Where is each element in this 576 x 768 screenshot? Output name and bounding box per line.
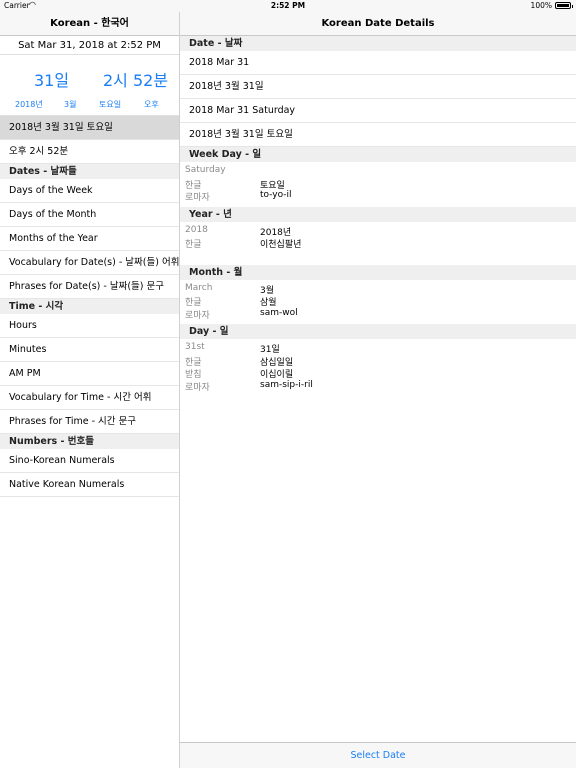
kv-key: March — [185, 282, 213, 293]
select-date-button[interactable]: Select Date — [180, 742, 576, 768]
big-date-row: 31일 2시 52분 — [0, 55, 179, 97]
kv-value: 삼월 — [260, 298, 277, 308]
kv-value: 이십이릴 — [260, 370, 294, 380]
section-year: Year - 년 — [180, 206, 576, 222]
kv-row: 로마자 to-yo-il — [180, 190, 576, 203]
kv-key: Saturday — [185, 165, 226, 175]
big-time[interactable]: 2시 52분 — [103, 67, 168, 91]
kv-key: 로마자 — [185, 310, 210, 321]
kv-row: 로마자 sam-wol — [180, 308, 576, 321]
section-month: Month - 월 — [180, 264, 576, 280]
list-item-time-vocabulary[interactable]: Vocabulary for Time - 시간 어휘 — [0, 386, 179, 410]
battery-percentage: 100% — [530, 1, 552, 10]
small-year[interactable]: 2018년 — [15, 99, 43, 110]
kv-value: sam-sip-i-ril — [260, 379, 313, 390]
list-item-time-phrases[interactable]: Phrases for Time - 시간 문구 — [0, 410, 179, 434]
date-format-short[interactable]: 2018 Mar 31 — [180, 51, 576, 75]
kv-value: sam-wol — [260, 307, 298, 318]
section-date: Date - 날짜 — [180, 36, 576, 51]
kv-value: 삼십일일 — [260, 357, 294, 368]
section-day: Day - 일 — [180, 324, 576, 339]
status-bar: Carrier ◠ 2:52 PM 100% — [0, 0, 576, 12]
small-date-row: 2018년 3월 토요일 오후 — [0, 97, 179, 116]
current-date-line: Sat Mar 31, 2018 at 2:52 PM — [0, 36, 179, 55]
kv-row: 한글 삼십일일 — [180, 355, 576, 368]
kv-row: March 3월 — [180, 283, 576, 296]
list-item-native-korean-numerals[interactable]: Native Korean Numerals — [0, 473, 179, 497]
kv-key: 한글 — [185, 240, 202, 250]
selected-date-item[interactable]: 2018년 3월 31일 토요일 — [0, 116, 179, 140]
small-month[interactable]: 3월 — [64, 99, 76, 110]
date-format-korean-weekday[interactable]: 2018년 3월 31일 토요일 — [180, 123, 576, 147]
list-item-date-phrases[interactable]: Phrases for Date(s) - 날짜(들) 문구 — [0, 275, 179, 299]
week-day-details: Saturday 한글 토요일 로마자 to-yo-il — [180, 162, 576, 207]
list-item-minutes[interactable]: Minutes — [0, 338, 179, 362]
section-numbers: Numbers - 번호들 — [0, 434, 179, 449]
kv-value: 토요일 — [260, 180, 285, 191]
battery-icon — [555, 2, 573, 9]
kv-row: 2018 2018년 — [180, 225, 576, 238]
kv-value: 2018년 — [260, 227, 292, 238]
date-format-korean[interactable]: 2018년 3월 31일 — [180, 75, 576, 99]
day-details: 31st 31일 한글 삼십일일 받침 이십이릴 로마자 sam-sip-i-ril — [180, 339, 576, 396]
kv-row: Saturday — [180, 165, 576, 178]
kv-value: 31일 — [260, 345, 280, 355]
master-title: Korean - 한국어 — [0, 12, 179, 36]
section-dates: Dates - 날짜들 — [0, 164, 179, 179]
list-item-date-vocabulary[interactable]: Vocabulary for Date(s) - 날짜(들) 어휘 — [0, 251, 179, 275]
detail-pane: Korean Date Details Date - 날짜 2018 Mar 3… — [180, 12, 576, 768]
small-ampm[interactable]: 오후 — [144, 99, 159, 110]
kv-key: 2018 — [185, 224, 208, 235]
list-item-months-of-year[interactable]: Months of the Year — [0, 227, 179, 251]
list-item-days-of-week[interactable]: Days of the Week — [0, 179, 179, 203]
kv-row: 받침 이십이릴 — [180, 367, 576, 380]
kv-value: 3월 — [260, 285, 275, 296]
month-details: March 3월 한글 삼월 로마자 sam-wol — [180, 280, 576, 325]
kv-value: to-yo-il — [260, 190, 292, 200]
kv-value: 이천십팔년 — [260, 240, 302, 250]
section-time: Time - 시각 — [0, 299, 179, 314]
list-item-hours[interactable]: Hours — [0, 314, 179, 338]
battery-fill — [557, 4, 569, 7]
kv-key: 로마자 — [185, 382, 210, 393]
kv-key: 로마자 — [185, 193, 210, 203]
kv-row: 한글 토요일 — [180, 178, 576, 191]
kv-key: 한글 — [185, 180, 202, 191]
list-item-days-of-month[interactable]: Days of the Month — [0, 203, 179, 227]
kv-key: 한글 — [185, 298, 202, 308]
year-details: 2018 2018년 한글 이천십팔년 — [180, 222, 576, 265]
kv-key: 받침 — [185, 370, 202, 380]
kv-key: 한글 — [185, 357, 202, 368]
small-weekday[interactable]: 토요일 — [99, 99, 121, 110]
kv-row: 31st 31일 — [180, 342, 576, 355]
kv-row: 한글 삼월 — [180, 295, 576, 308]
kv-row: 한글 이천십팔년 — [180, 237, 576, 250]
big-day[interactable]: 31일 — [34, 67, 69, 91]
kv-key: 31st — [185, 342, 205, 352]
list-item-sino-korean-numerals[interactable]: Sino-Korean Numerals — [0, 449, 179, 473]
master-pane: Korean - 한국어 Sat Mar 31, 2018 at 2:52 PM… — [0, 12, 180, 768]
time-item[interactable]: 오후 2시 52분 — [0, 140, 179, 164]
status-time: 2:52 PM — [270, 1, 306, 10]
list-item-am-pm[interactable]: AM PM — [0, 362, 179, 386]
date-format-weekday[interactable]: 2018 Mar 31 Saturday — [180, 99, 576, 123]
kv-row: 로마자 sam-sip-i-ril — [180, 380, 576, 393]
detail-title: Korean Date Details — [180, 12, 576, 36]
section-week-day: Week Day - 일 — [180, 147, 576, 162]
